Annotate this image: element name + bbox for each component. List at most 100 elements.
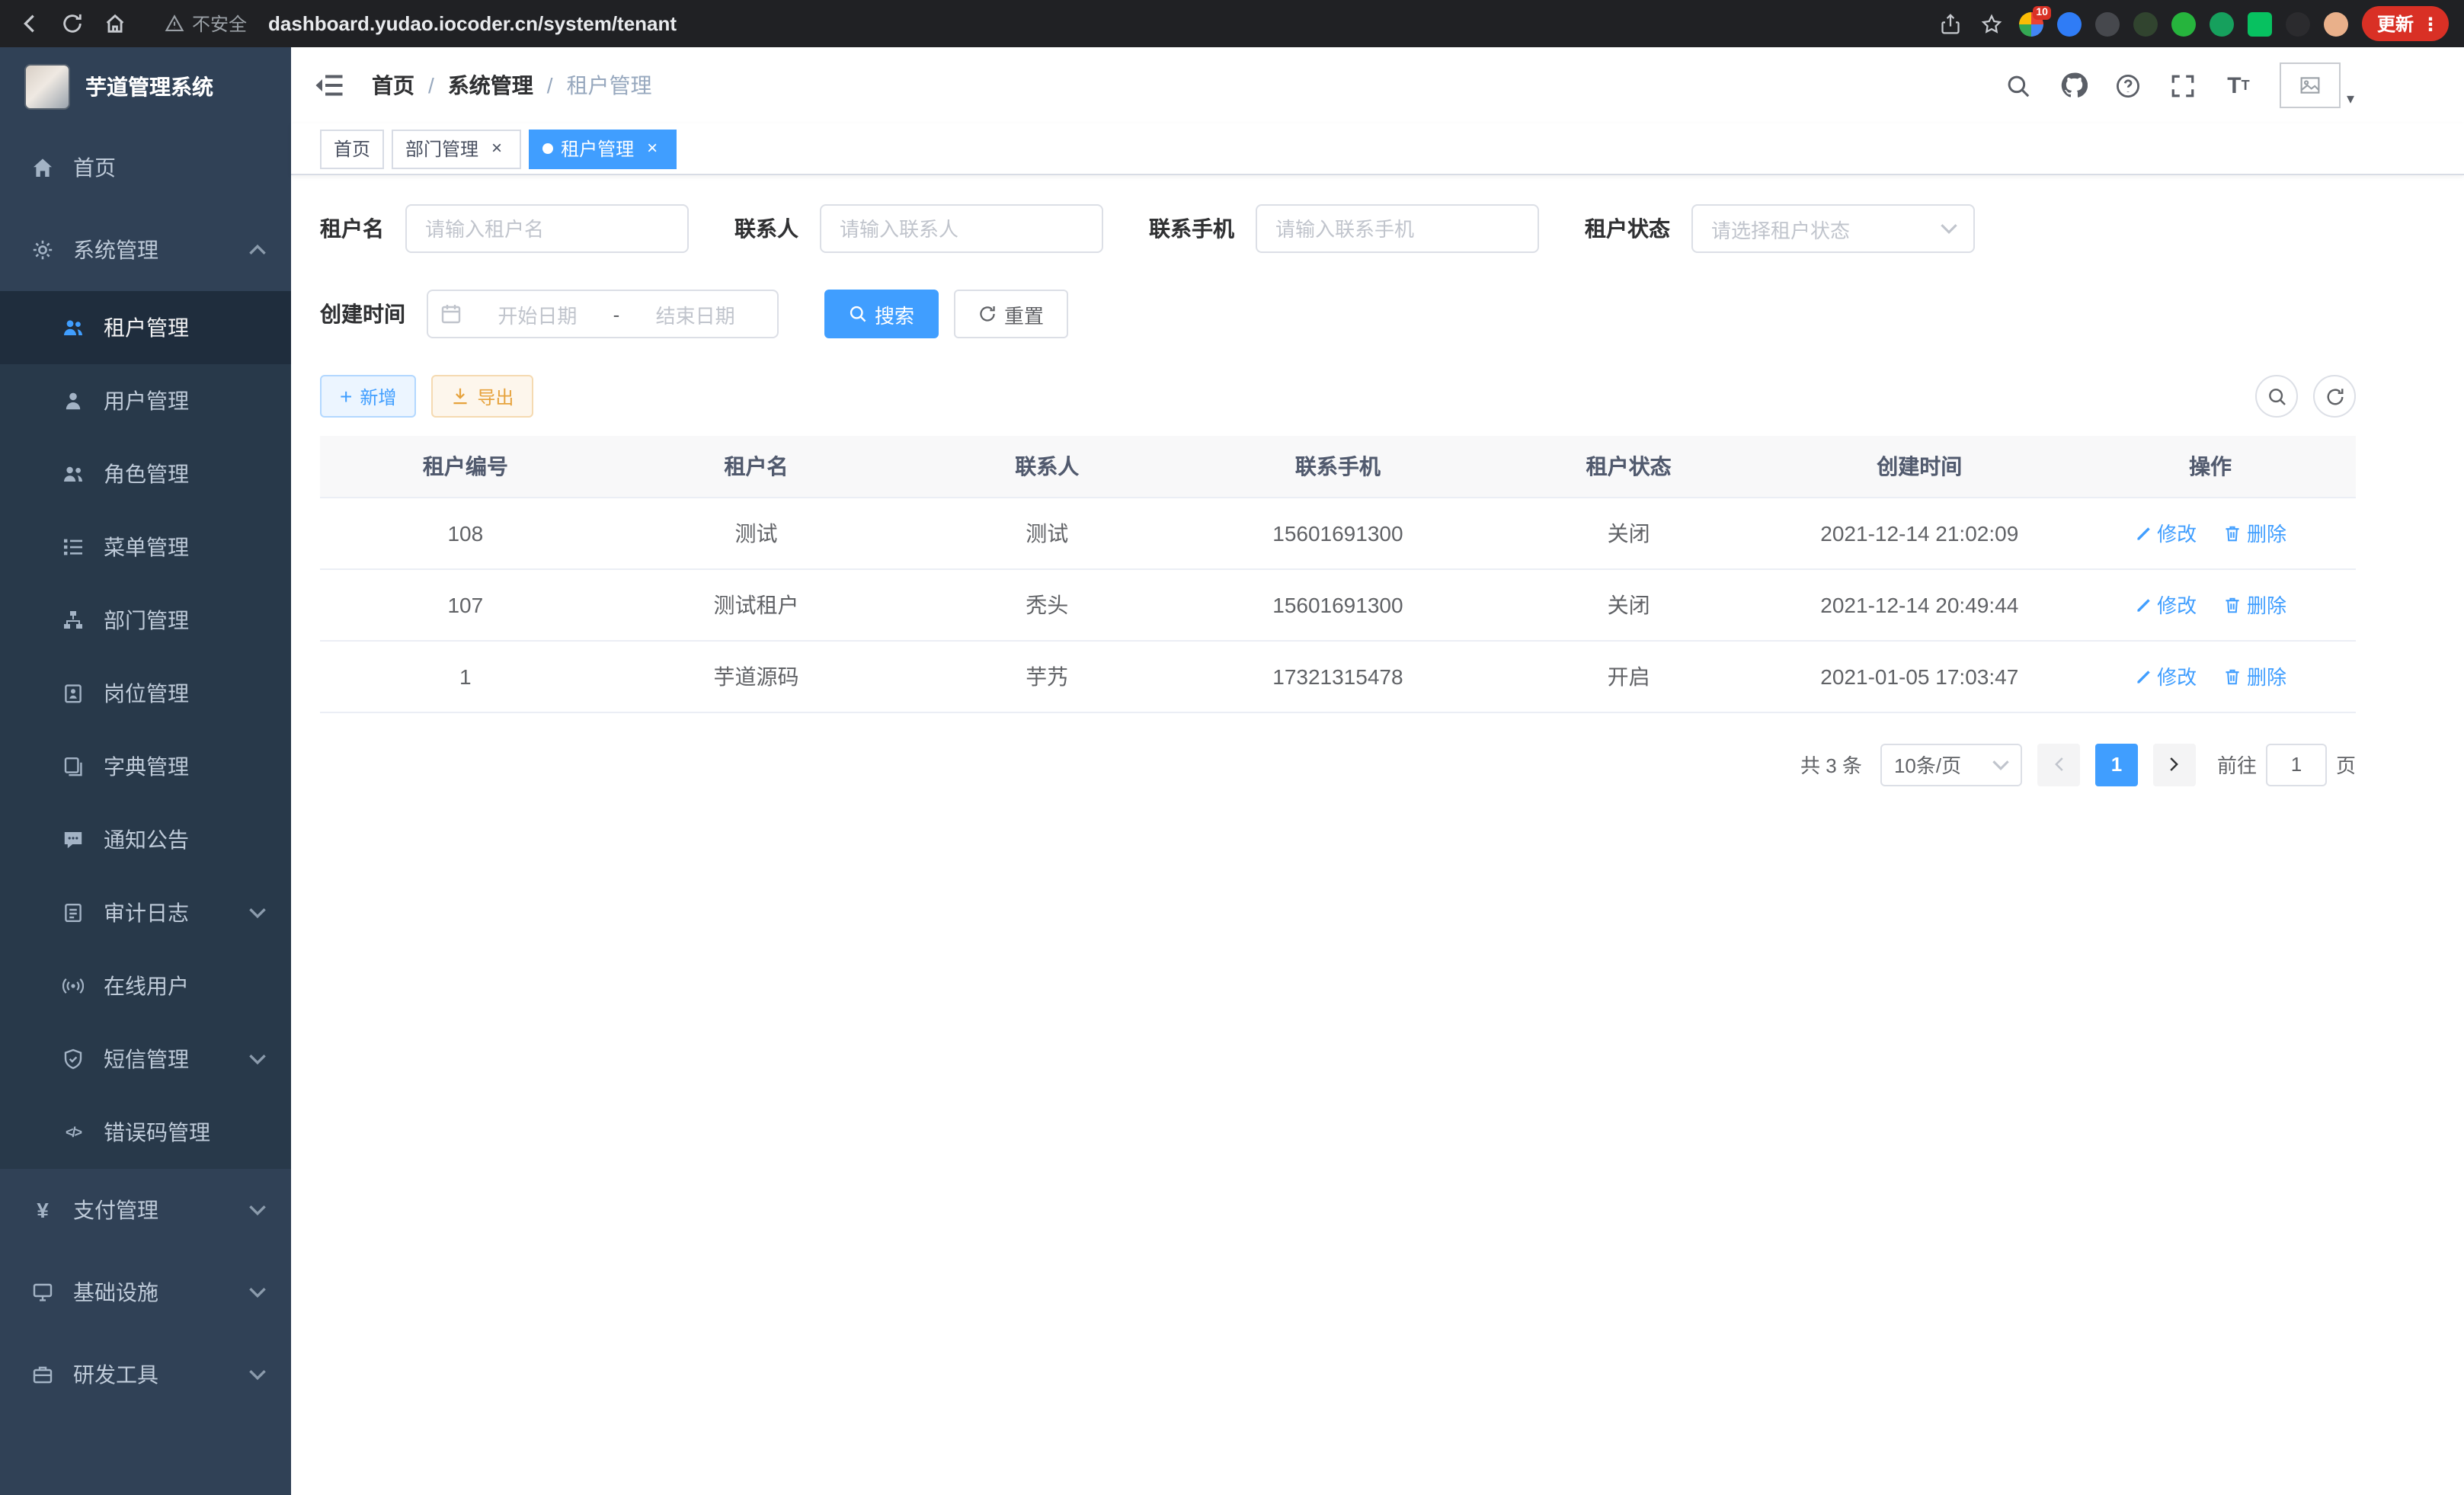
tab-home[interactable]: 首页 bbox=[320, 129, 384, 168]
sidebar-item-home[interactable]: 首页 bbox=[0, 126, 291, 209]
trash-icon bbox=[2224, 595, 2242, 613]
goto-page-input[interactable] bbox=[2266, 743, 2327, 786]
sidebar-item-post[interactable]: 岗位管理 bbox=[0, 657, 291, 730]
edit-pencil-icon bbox=[2134, 595, 2152, 613]
page-content: 租户名 联系人 联系手机 租户状态 请选择租户状态 bbox=[291, 175, 2464, 1495]
search-button[interactable]: 搜索 bbox=[824, 290, 939, 338]
col-contact: 联系人 bbox=[901, 436, 1192, 497]
sidebar-item-label: 研发工具 bbox=[73, 1359, 248, 1390]
next-page-button[interactable] bbox=[2153, 743, 2196, 786]
address-bar[interactable]: dashboard.yudao.iocoder.cn/system/tenant bbox=[268, 12, 1922, 35]
menu-kebab-icon[interactable]: ⋮ bbox=[2421, 13, 2440, 34]
delete-link[interactable]: 删除 bbox=[2224, 590, 2286, 619]
extension-olive-icon[interactable] bbox=[2133, 11, 2158, 36]
tenant-status-label: 租户状态 bbox=[1585, 213, 1670, 244]
sidebar-item-menu[interactable]: 菜单管理 bbox=[0, 511, 291, 584]
filter-tenant-status: 租户状态 请选择租户状态 bbox=[1585, 204, 1975, 253]
back-icon[interactable] bbox=[15, 10, 43, 37]
tabs-bar: 首页 部门管理 × 租户管理 × bbox=[291, 123, 2464, 175]
page-number-button[interactable]: 1 bbox=[2095, 743, 2138, 786]
tenant-status-select[interactable]: 请选择租户状态 bbox=[1691, 204, 1975, 253]
extension-colorful-icon[interactable]: 10 bbox=[2019, 11, 2043, 36]
sidebar-item-dict[interactable]: 字典管理 bbox=[0, 730, 291, 803]
bookmark-star-icon[interactable] bbox=[1978, 10, 2005, 37]
sidebar-item-label: 支付管理 bbox=[73, 1195, 248, 1225]
sidebar-item-online-user[interactable]: 在线用户 bbox=[0, 949, 291, 1023]
tab-label: 部门管理 bbox=[405, 136, 478, 162]
sidebar-item-role[interactable]: 角色管理 bbox=[0, 437, 291, 511]
breadcrumb-system[interactable]: 系统管理 bbox=[448, 70, 533, 101]
extensions-puzzle-icon[interactable] bbox=[2286, 11, 2310, 36]
show-search-toggle-button[interactable] bbox=[2255, 375, 2298, 418]
delete-link[interactable]: 删除 bbox=[2224, 661, 2286, 690]
search-icon[interactable] bbox=[2005, 72, 2033, 99]
github-icon[interactable] bbox=[2060, 72, 2088, 99]
add-button-label: 新增 bbox=[360, 383, 396, 409]
table-toolbar: + 新增 导出 bbox=[320, 375, 2356, 418]
page-unit-label: 页 bbox=[2336, 750, 2356, 779]
prev-page-button[interactable] bbox=[2037, 743, 2080, 786]
font-size-icon[interactable]: TT bbox=[2225, 72, 2252, 99]
cell-actions: 修改 删除 bbox=[2065, 497, 2356, 568]
breadcrumb: 首页 / 系统管理 / 租户管理 bbox=[372, 70, 652, 101]
contact-name-input[interactable] bbox=[820, 204, 1103, 253]
page-size-select[interactable]: 10条/页 bbox=[1880, 743, 2022, 786]
edit-link[interactable]: 修改 bbox=[2134, 518, 2197, 547]
sidebar-item-label: 菜单管理 bbox=[104, 532, 267, 562]
sidebar-group-devtools[interactable]: 研发工具 bbox=[0, 1333, 291, 1416]
close-icon[interactable]: × bbox=[486, 138, 507, 159]
contact-name-label: 联系人 bbox=[734, 213, 798, 244]
tab-tenant[interactable]: 租户管理 × bbox=[529, 129, 677, 168]
export-button[interactable]: 导出 bbox=[431, 375, 533, 418]
edit-label: 修改 bbox=[2157, 518, 2197, 547]
collapse-sidebar-icon[interactable] bbox=[314, 69, 347, 102]
profile-avatar[interactable] bbox=[2324, 11, 2348, 36]
tab-dept[interactable]: 部门管理 × bbox=[392, 129, 521, 168]
cell-status: 关闭 bbox=[1483, 497, 1774, 568]
sidebar-item-label: 短信管理 bbox=[104, 1044, 248, 1074]
extension-green2-icon[interactable] bbox=[2210, 11, 2234, 36]
sidebar-item-user[interactable]: 用户管理 bbox=[0, 364, 291, 437]
contact-mobile-input[interactable] bbox=[1256, 204, 1539, 253]
extension-green-icon[interactable] bbox=[2171, 11, 2196, 36]
sidebar-item-dept[interactable]: 部门管理 bbox=[0, 584, 291, 657]
sidebar-group-sms[interactable]: 短信管理 bbox=[0, 1023, 291, 1096]
reset-button[interactable]: 重置 bbox=[954, 290, 1068, 338]
reload-icon[interactable] bbox=[58, 10, 85, 37]
extension-dark-icon[interactable] bbox=[2095, 11, 2120, 36]
create-time-range-picker[interactable]: 开始日期 - 结束日期 bbox=[427, 290, 779, 338]
edit-link[interactable]: 修改 bbox=[2134, 590, 2197, 619]
home-icon[interactable] bbox=[101, 10, 128, 37]
breadcrumb-home[interactable]: 首页 bbox=[372, 70, 414, 101]
fullscreen-icon[interactable] bbox=[2170, 72, 2197, 99]
logo-row[interactable]: 芋道管理系统 bbox=[0, 47, 291, 126]
help-icon[interactable] bbox=[2115, 72, 2142, 99]
share-icon[interactable] bbox=[1937, 10, 1964, 37]
filter-tenant-name: 租户名 bbox=[320, 204, 689, 253]
sidebar-group-system[interactable]: 系统管理 bbox=[0, 209, 291, 291]
extension-chat-icon[interactable] bbox=[2248, 11, 2272, 36]
sidebar-group-payment[interactable]: ¥ 支付管理 bbox=[0, 1169, 291, 1251]
chrome-update-button[interactable]: 更新 ⋮ bbox=[2362, 6, 2449, 41]
goto-label: 前往 bbox=[2217, 750, 2257, 779]
sidebar-item-error-code[interactable]: </> 错误码管理 bbox=[0, 1096, 291, 1169]
extension-blue-icon[interactable] bbox=[2057, 11, 2082, 36]
audit-log-icon bbox=[61, 901, 85, 925]
delete-link[interactable]: 删除 bbox=[2224, 518, 2286, 547]
close-icon[interactable]: × bbox=[642, 138, 663, 159]
edit-link[interactable]: 修改 bbox=[2134, 661, 2197, 690]
cell-tenant-name: 测试 bbox=[611, 497, 902, 568]
add-button[interactable]: + 新增 bbox=[320, 375, 416, 418]
user-avatar-dropdown[interactable]: ▾ bbox=[2280, 62, 2354, 108]
cell-mobile: 15601691300 bbox=[1192, 497, 1483, 568]
site-security-warning[interactable]: 不安全 bbox=[165, 11, 247, 37]
sidebar-group-infrastructure[interactable]: 基础设施 bbox=[0, 1251, 291, 1333]
tenant-name-input[interactable] bbox=[405, 204, 689, 253]
sidebar-item-notice[interactable]: 通知公告 bbox=[0, 803, 291, 876]
refresh-table-button[interactable] bbox=[2313, 375, 2356, 418]
sidebar-group-audit-log[interactable]: 审计日志 bbox=[0, 876, 291, 949]
tenant-status-placeholder: 请选择租户状态 bbox=[1711, 214, 1940, 243]
col-tenant-name: 租户名 bbox=[611, 436, 902, 497]
sidebar-item-tenant[interactable]: 租户管理 bbox=[0, 291, 291, 364]
table-row: 1 芋道源码 芋艿 17321315478 开启 2021-01-05 17:0… bbox=[320, 640, 2356, 712]
